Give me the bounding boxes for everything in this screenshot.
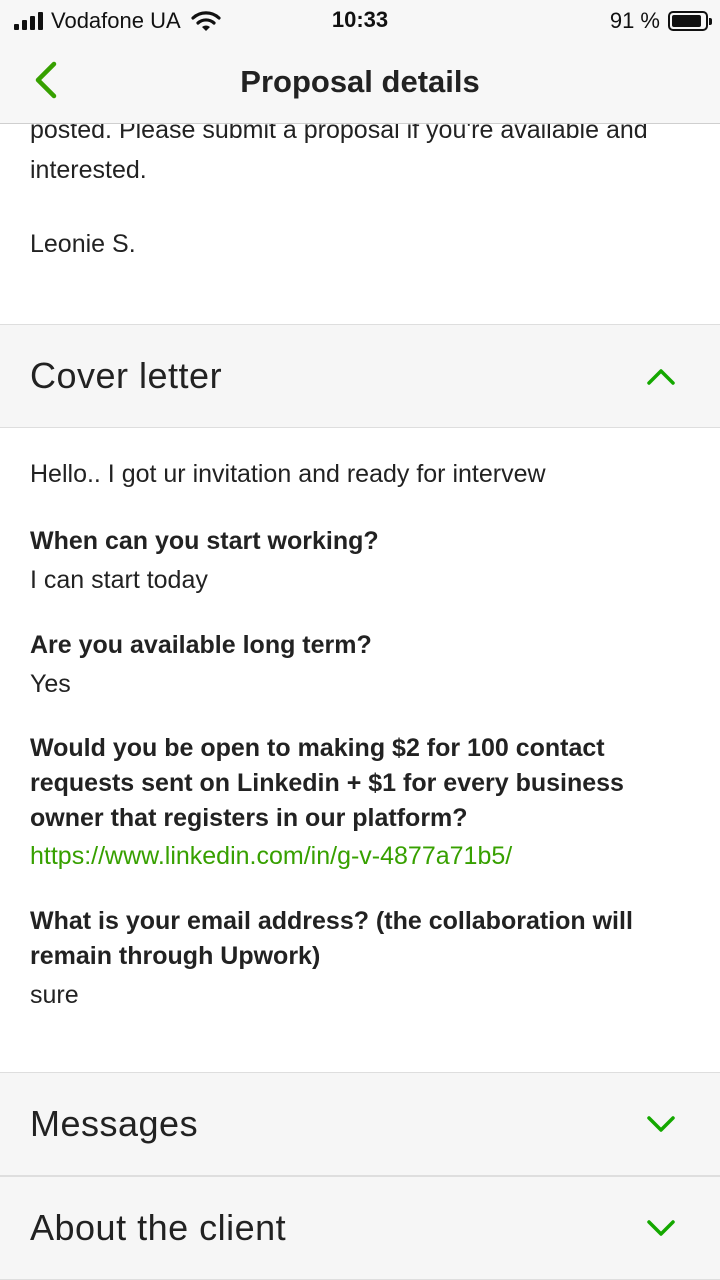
status-bar: Vodafone UA 10:33 91 % bbox=[0, 0, 720, 40]
page-title: Proposal details bbox=[240, 64, 480, 99]
chevron-down-icon[interactable] bbox=[646, 1114, 676, 1134]
question-linkedin-offer: Would you be open to making $2 for 100 c… bbox=[30, 734, 624, 832]
question-email: What is your email address? (the collabo… bbox=[30, 907, 633, 970]
battery-percent: 91 % bbox=[609, 8, 660, 33]
chevron-up-icon[interactable] bbox=[646, 366, 676, 386]
chevron-down-icon[interactable] bbox=[646, 1218, 676, 1238]
battery-level bbox=[672, 15, 702, 27]
about-client-title: About the client bbox=[30, 1207, 287, 1248]
messages-title: Messages bbox=[30, 1103, 199, 1144]
battery-icon bbox=[668, 11, 712, 31]
cover-letter-header[interactable]: Cover letter bbox=[0, 324, 720, 428]
answer-start-working: I can start today bbox=[30, 566, 208, 594]
cover-letter-intro: Hello.. I got ur invitation and ready fo… bbox=[30, 460, 546, 488]
answer-email: sure bbox=[30, 981, 79, 1009]
answer-long-term: Yes bbox=[30, 670, 71, 698]
cover-letter-title: Cover letter bbox=[30, 355, 223, 396]
messages-header[interactable]: Messages bbox=[0, 1072, 720, 1176]
about-client-header[interactable]: About the client bbox=[0, 1176, 720, 1280]
client-signature: Leonie S. bbox=[30, 230, 136, 258]
question-start-working: When can you start working? bbox=[30, 527, 379, 555]
navigation-bar: Proposal details bbox=[0, 40, 720, 124]
question-long-term: Are you available long term? bbox=[30, 631, 372, 659]
answer-linkedin-link[interactable]: https://www.linkedin.com/in/g-v-4877a71b… bbox=[30, 842, 690, 871]
